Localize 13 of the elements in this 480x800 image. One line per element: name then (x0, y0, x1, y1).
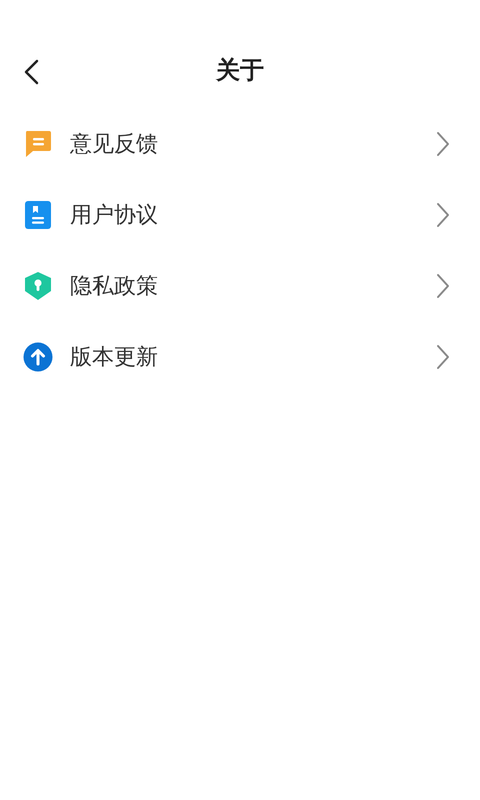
chevron-icon (436, 272, 450, 298)
upload-icon (23, 342, 53, 372)
chevron-icon (436, 130, 450, 156)
menu-item[interactable]: 隐私政策 (0, 250, 480, 321)
document-icon (23, 200, 53, 230)
shield-icon (23, 270, 53, 300)
menu-item[interactable]: 意见反馈 (0, 108, 480, 179)
page-title: 关于 (216, 55, 264, 86)
speech-bubble-icon (23, 128, 53, 158)
chevron-icon (436, 202, 450, 228)
menu-item[interactable]: 版本更新 (0, 321, 480, 392)
menu-item[interactable]: 用户协议 (0, 179, 480, 250)
chevron-icon (436, 344, 450, 370)
